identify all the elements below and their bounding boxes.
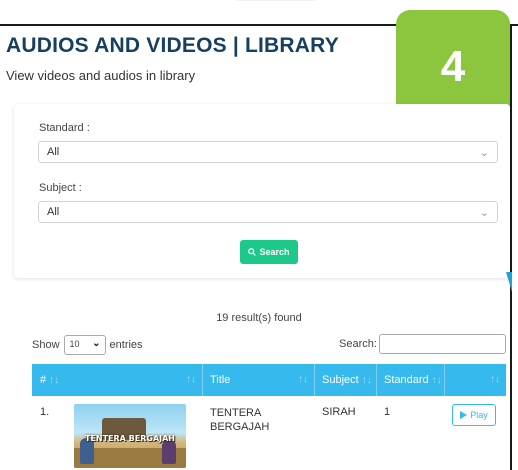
column-header-title[interactable]: Title <box>210 374 230 386</box>
show-label: Show <box>32 339 60 351</box>
frame-border-right <box>510 24 512 470</box>
column-divider <box>376 364 377 396</box>
entries-length-control: Show 10 ⌄ entries <box>32 335 143 355</box>
table-search-label: Search: <box>339 338 377 350</box>
entries-select[interactable]: 10 ⌄ <box>63 335 106 355</box>
play-button[interactable]: Play <box>452 404 496 426</box>
page-title: AUDIOS AND VIDEOS | LIBRARY <box>6 34 339 57</box>
table-search-input[interactable] <box>379 334 506 354</box>
column-divider <box>444 364 445 396</box>
standard-select[interactable]: All ⌄ <box>38 141 498 163</box>
entries-label: entries <box>109 339 143 351</box>
chevron-down-icon: ⌄ <box>479 207 489 219</box>
entries-select-value: 10 <box>69 339 80 349</box>
search-button-label: Search <box>259 247 290 257</box>
row-index: 1. <box>40 406 50 418</box>
standard-select-value: All <box>47 146 60 158</box>
search-button[interactable]: Search <box>240 240 298 264</box>
search-icon <box>248 248 257 256</box>
result-count: 19 result(s) found <box>216 312 302 324</box>
sort-icon[interactable]: ↑↓ <box>490 374 500 385</box>
column-divider <box>202 364 203 396</box>
background-decoration <box>223 0 317 16</box>
video-thumbnail[interactable]: TENTERA BERGAJAH <box>74 404 186 468</box>
chevron-down-icon: ⌄ <box>479 147 489 159</box>
row-subject: SIRAH <box>322 406 356 418</box>
standard-label: Standard : <box>39 122 90 134</box>
row-title: TENTERA BERGAJAH <box>210 407 270 433</box>
page-subtitle: View videos and audios in library <box>6 68 196 83</box>
column-header-index[interactable]: # ↑↓ <box>40 374 59 386</box>
sort-icon[interactable]: ↑↓ <box>186 374 196 385</box>
row-standard: 1 <box>384 406 391 418</box>
sort-icon: ↑↓ <box>431 375 442 386</box>
subject-select[interactable]: All ⌄ <box>38 201 498 223</box>
table-header: # ↑↓ ↑↓ Title ↑↓ Subject ↑↓ Standard ↑↓ ↑↓ <box>32 364 506 396</box>
decorative-wedge <box>506 272 512 292</box>
thumbnail-caption: TENTERA BERGAJAH <box>84 434 176 443</box>
play-icon <box>460 411 468 419</box>
chevron-down-icon: ⌄ <box>92 338 101 349</box>
column-header-subject[interactable]: Subject ↑↓ <box>322 374 372 386</box>
sort-icon[interactable]: ↑↓ <box>298 374 308 385</box>
play-button-label: Play <box>470 410 488 420</box>
table-row: 1. TENTERA BERGAJAH TENTERA BERGAJAH SIR… <box>32 396 506 470</box>
sort-icon: ↑↓ <box>361 375 372 386</box>
column-header-standard[interactable]: Standard ↑↓ <box>384 374 442 386</box>
subject-label: Subject : <box>39 182 82 194</box>
column-divider <box>314 364 315 396</box>
sort-icon: ↑↓ <box>49 375 60 386</box>
subject-select-value: All <box>47 206 60 218</box>
filter-card: Standard : All ⌄ Subject : All ⌄ Search <box>14 104 510 278</box>
